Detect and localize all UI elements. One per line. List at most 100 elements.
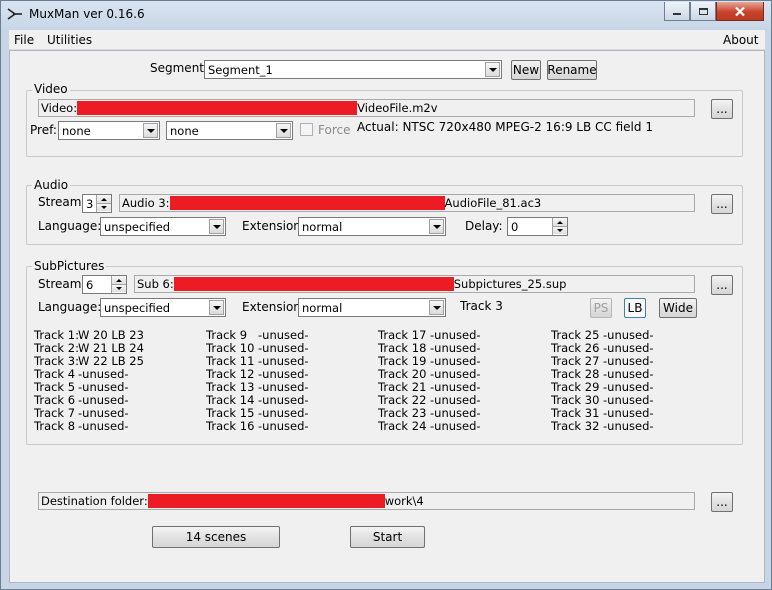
track-value: -unused- [258,380,309,394]
segment-value: Segment_1 [208,63,273,77]
track-name: Track 16 [206,419,255,433]
menu-bar: File Utilities About [9,30,765,50]
track-name: Track 3: [34,354,79,368]
track-value: W 22 LB 25 [78,354,144,368]
spin-up-icon[interactable] [97,195,111,203]
track-value: -unused- [430,354,481,368]
track-name: Track 18 [378,341,427,355]
destination-label: Destination folder: [41,494,148,508]
track-name: Track 2: [34,341,79,355]
destination-field[interactable]: Destination folder: work\4 [38,492,695,510]
track-name: Track 11 [206,354,255,368]
menu-about[interactable]: About [723,33,758,47]
video-file-field[interactable]: Video: VideoFile.m2v [38,99,695,117]
track-name: Track 4 [34,367,76,381]
pref-select-1[interactable]: none [58,121,160,140]
menu-utilities[interactable]: Utilities [47,33,92,47]
track-name: Track 28 [551,367,600,381]
subpictures-group-label: SubPictures [32,259,107,273]
track-value: -unused- [603,406,654,420]
audio-extension-label: Extension: [242,219,305,233]
track-name: Track 25 [551,328,600,342]
segment-select[interactable]: Segment_1 [204,60,502,79]
sub-extension-select[interactable]: normal [298,298,446,317]
track-name: Track 10 [206,341,255,355]
ps-button[interactable]: PS [590,298,612,318]
track-value: -unused- [603,328,654,342]
track-name: Track 20 [378,367,427,381]
sub-stream-spinner[interactable]: 6 [82,275,127,294]
video-file-prefix: Video: [41,101,78,115]
pref-select-2[interactable]: none [166,121,293,140]
audio-language-value: unspecified [104,220,171,234]
spin-down-icon[interactable] [112,284,126,292]
track-value: -unused- [258,341,309,355]
destination-browse-button[interactable]: ... [711,492,733,512]
spin-down-icon[interactable] [553,226,567,234]
track-name: Track 13 [206,380,255,394]
redacted-path [173,277,454,291]
track-name: Track 8 [34,419,76,433]
track-name: Track 12 [206,367,255,381]
sub-stream-label: Stream: [38,277,86,291]
spin-up-icon[interactable] [553,218,567,226]
sub-track-label: Track 3 [460,299,503,313]
scenes-button[interactable]: 14 scenes [152,526,280,548]
track-value: -unused- [603,367,654,381]
start-button[interactable]: Start [350,526,425,548]
wide-button[interactable]: Wide [659,298,697,318]
destination-suffix: work\4 [384,494,424,508]
sub-language-label: Language: [38,300,102,314]
audio-delay-value: 0 [511,220,519,234]
sub-browse-button[interactable]: ... [711,275,733,295]
audio-extension-value: normal [302,220,343,234]
track-name: Track 15 [206,406,255,420]
audio-language-select[interactable]: unspecified [100,217,226,236]
video-actual-info: Actual: NTSC 720x480 MPEG-2 16:9 LB CC f… [357,120,653,134]
audio-browse-button[interactable]: ... [711,194,733,214]
spin-up-icon[interactable] [112,276,126,284]
track-name: Track 5 [34,380,76,394]
track-name: Track 26 [551,341,600,355]
sub-language-select[interactable]: unspecified [100,298,226,317]
segment-rename-button[interactable]: Rename [547,60,597,80]
track-value: -unused- [258,393,309,407]
client-area: Segment: Segment_1 New Rename Video Vide… [9,50,765,583]
track-name: Track 32 [551,419,600,433]
close-button[interactable] [716,2,764,21]
track-value: -unused- [603,419,654,433]
segment-new-button[interactable]: New [511,60,541,80]
segment-label: Segment: [150,61,209,75]
menu-file[interactable]: File [14,33,34,47]
audio-delay-spinner[interactable]: 0 [507,217,568,236]
track-name: Track 9 [206,328,248,342]
lb-button[interactable]: LB [624,298,646,318]
audio-language-label: Language: [38,219,102,233]
audio-stream-spinner[interactable]: 3 [82,194,112,213]
video-browse-button[interactable]: ... [711,99,733,119]
audio-file-field[interactable]: Audio 3: AudioFile_81.ac3 [119,194,695,212]
track-name: Track 14 [206,393,255,407]
track-value: -unused- [430,328,481,342]
title-bar[interactable]: MuxMan ver 0.16.6 [1,1,771,29]
track-name: Track 24 [378,419,427,433]
track-value: -unused- [603,341,654,355]
audio-extension-select[interactable]: normal [298,217,446,236]
force-label: Force [318,123,351,137]
pref-value-2: none [170,124,199,138]
track-name: Track 23 [378,406,427,420]
track-value: -unused- [430,406,481,420]
minimize-button[interactable] [664,2,690,21]
pref-value-1: none [62,124,91,138]
main-window: MuxMan ver 0.16.6 File Utilities About S… [0,0,772,590]
maximize-button[interactable] [690,2,716,21]
track-value: W 20 LB 23 [78,328,144,342]
sub-file-field[interactable]: Sub 6: Subpictures_25.sup [134,275,695,293]
minimize-icon [673,13,681,15]
audio-file-suffix: AudioFile_81.ac3 [444,196,542,210]
audio-group-label: Audio [32,178,71,192]
spin-down-icon[interactable] [97,203,111,211]
track-value: W 21 LB 24 [78,341,144,355]
force-checkbox[interactable] [300,123,313,136]
chevron-down-icon [485,62,500,77]
